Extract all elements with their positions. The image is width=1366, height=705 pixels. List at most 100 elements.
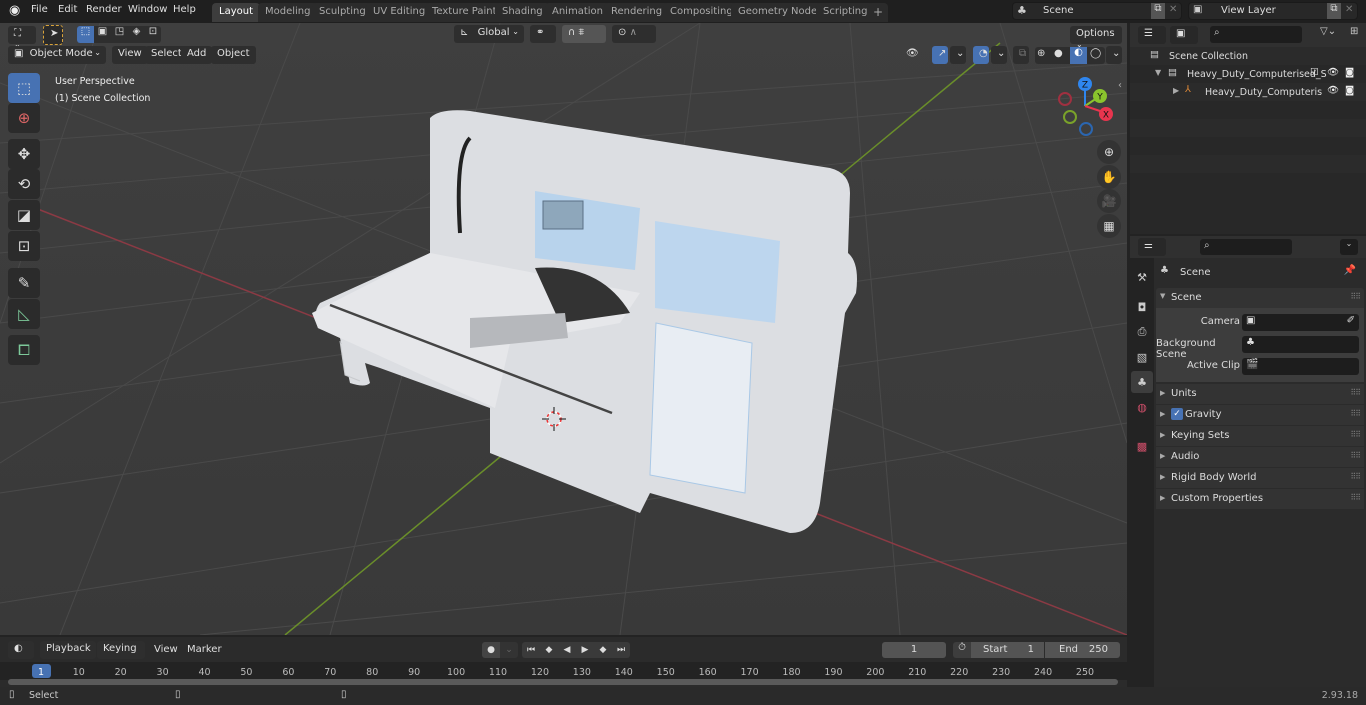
rendered-shading-icon[interactable]: ◯ xyxy=(1090,48,1101,59)
tool-rotate[interactable]: ⟲ xyxy=(8,169,40,199)
perspective-toggle-button[interactable]: ▦ xyxy=(1097,214,1121,238)
scene-selector[interactable]: ♣ Scene ⧉ ✕ xyxy=(1012,2,1182,20)
tab-modeling[interactable]: Modeling xyxy=(258,3,318,22)
end-frame-field[interactable]: End 250 xyxy=(1045,642,1120,658)
tweak-tool-button[interactable]: ➤ xyxy=(43,25,63,45)
camera-view-button[interactable]: 🎥 xyxy=(1097,189,1121,213)
display-mode-dropdown[interactable]: ▣ xyxy=(1170,26,1198,44)
keying-dropdown[interactable]: Keying xyxy=(97,641,145,659)
sidebar-toggle-icon[interactable]: ‹ xyxy=(1118,80,1122,91)
tab-rendering[interactable]: Rendering xyxy=(604,3,670,22)
drag-handle-icon[interactable]: ⠿⠿ xyxy=(1350,292,1361,301)
drag-handle-icon[interactable]: ⠿⠿ xyxy=(1350,388,1361,397)
menu-object[interactable]: Object xyxy=(211,46,256,64)
eye-icon[interactable]: 👁 xyxy=(1327,85,1339,96)
tool-select-box[interactable]: ⬚ xyxy=(8,73,40,103)
timeline-scrollbar[interactable] xyxy=(8,679,1118,685)
tool-transform[interactable]: ⊡ xyxy=(8,231,40,261)
new-view-layer-icon[interactable]: ⧉ xyxy=(1327,3,1341,19)
3d-viewport[interactable]: Z Y X ⛶ ⌄ ➤ ⬚ ▣ ◳ ◈ ⊡ ⊾ Global ⌄ ⚭ ∩ ⩨ ⊙… xyxy=(0,23,1127,635)
tab-view-layer[interactable]: ▧ xyxy=(1131,346,1153,368)
panel-units[interactable]: ▶ Units ⠿⠿ xyxy=(1156,384,1364,404)
delete-scene-icon[interactable]: ✕ xyxy=(1169,4,1177,15)
panel-scene-header[interactable]: ▼ Scene ⠿⠿ xyxy=(1156,288,1364,308)
tool-cursor[interactable]: ⊕ xyxy=(8,103,40,133)
drag-handle-icon[interactable]: ⠿⠿ xyxy=(1350,472,1361,481)
blender-logo-icon[interactable]: ◉ xyxy=(9,3,20,18)
tab-scene[interactable]: ♣ xyxy=(1131,371,1153,393)
pin-icon[interactable]: 📌 xyxy=(1344,265,1356,276)
expand-arrow-icon[interactable]: ▶ xyxy=(1173,86,1179,95)
visibility-dropdown[interactable]: 👁 xyxy=(900,46,930,64)
xray-toggle[interactable]: ⧉ xyxy=(1013,46,1029,64)
gizmo-dropdown[interactable]: ⌄ xyxy=(950,46,966,64)
options-dropdown[interactable]: Options ⌄ xyxy=(1070,26,1122,49)
outliner-row-scene-collection[interactable]: ▤ Scene Collection xyxy=(1130,47,1366,65)
panel-audio[interactable]: ▶ Audio ⠿⠿ xyxy=(1156,447,1364,467)
proportional-edit-toggle[interactable]: ⊙ ∧ xyxy=(612,25,656,43)
select-new-icon[interactable]: ⬚ xyxy=(77,26,94,43)
tab-geometry-nodes[interactable]: Geometry Nodes xyxy=(731,3,830,22)
tab-sculpting[interactable]: Sculpting xyxy=(312,3,373,22)
timeline-editor-type[interactable]: ◐ xyxy=(8,641,34,659)
tab-scripting[interactable]: Scripting xyxy=(816,3,875,22)
outliner-search-input[interactable]: ⌕ xyxy=(1210,26,1302,43)
tab-compositing[interactable]: Compositing xyxy=(663,3,740,22)
overlay-dropdown[interactable]: ⌄ xyxy=(991,46,1007,64)
mode-dropdown[interactable]: ▣ Object Mode ⌄ xyxy=(8,46,106,64)
auto-keying-dropdown[interactable]: ⌄ xyxy=(500,642,518,658)
active-clip-field[interactable]: 🎬 xyxy=(1242,358,1359,375)
outliner-editor-type[interactable]: ☰ xyxy=(1138,26,1166,44)
menu-window[interactable]: Window xyxy=(128,4,167,15)
drag-handle-icon[interactable]: ⠿⠿ xyxy=(1350,409,1361,418)
select-intersect-icon[interactable]: ⊡ xyxy=(145,26,161,43)
drag-handle-icon[interactable]: ⠿⠿ xyxy=(1350,451,1361,460)
tab-render[interactable]: ◘ xyxy=(1131,296,1153,318)
zoom-view-button[interactable]: ⊕ xyxy=(1097,140,1121,164)
tool-move[interactable]: ✥ xyxy=(8,139,40,169)
tool-measure[interactable]: ◺ xyxy=(8,299,40,329)
menu-render[interactable]: Render xyxy=(86,4,122,15)
panel-keying-sets[interactable]: ▶ Keying Sets ⠿⠿ xyxy=(1156,426,1364,446)
drag-handle-icon[interactable]: ⠿⠿ xyxy=(1350,430,1361,439)
view-layer-selector[interactable]: ▣ View Layer ⧉ ✕ xyxy=(1188,2,1358,20)
properties-editor-type[interactable]: ⚌ xyxy=(1138,238,1166,256)
drag-handle-icon[interactable]: ⠿⠿ xyxy=(1350,493,1361,502)
tab-animation[interactable]: Animation xyxy=(545,3,610,22)
eyedropper-icon[interactable]: ✐ xyxy=(1347,315,1355,326)
delete-view-layer-icon[interactable]: ✕ xyxy=(1345,4,1353,15)
menu-file[interactable]: File xyxy=(31,4,48,15)
exclude-checkbox[interactable]: ☑ xyxy=(1310,67,1319,78)
eye-icon[interactable]: 👁 xyxy=(1327,67,1339,78)
select-subtract-icon[interactable]: ◳ xyxy=(111,26,128,43)
timeline-menu-marker[interactable]: Marker xyxy=(187,644,222,655)
solid-shading-icon[interactable]: ● xyxy=(1054,48,1063,59)
pan-view-button[interactable]: ✋ xyxy=(1097,165,1121,189)
prev-keyframe-button[interactable]: ◆ xyxy=(540,642,558,658)
next-keyframe-button[interactable]: ◆ xyxy=(594,642,612,658)
tool-scale[interactable]: ◪ xyxy=(8,200,40,230)
play-reverse-button[interactable]: ◀ xyxy=(558,642,576,658)
tool-add-cube[interactable]: ⧠ xyxy=(8,335,40,365)
filter-icon[interactable]: ▽⌄ xyxy=(1320,26,1336,37)
menu-view[interactable]: View xyxy=(112,46,148,64)
tool-annotate[interactable]: ✎ xyxy=(8,268,40,298)
play-button[interactable]: ▶ xyxy=(576,642,594,658)
tab-shading[interactable]: Shading xyxy=(495,3,550,22)
panel-rigid-body-world[interactable]: ▶ Rigid Body World ⠿⠿ xyxy=(1156,468,1364,488)
camera-field[interactable]: ▣ ✐ xyxy=(1242,314,1359,331)
new-scene-icon[interactable]: ⧉ xyxy=(1151,3,1165,19)
snap-toggle[interactable]: ∩ ⩨ xyxy=(562,25,606,43)
select-invert-icon[interactable]: ◈ xyxy=(128,26,145,43)
panel-custom-properties[interactable]: ▶ Custom Properties ⠿⠿ xyxy=(1156,489,1364,509)
background-scene-field[interactable]: ♣ xyxy=(1242,336,1359,353)
tab-uv-editing[interactable]: UV Editing xyxy=(366,3,433,22)
scene-name[interactable]: Scene xyxy=(1043,5,1074,16)
tab-tool[interactable]: ⚒ xyxy=(1131,266,1153,288)
editor-type-button[interactable]: ⛶ ⌄ xyxy=(8,26,36,49)
pivot-point-dropdown[interactable]: ⚭ xyxy=(530,25,556,43)
gizmo-toggle[interactable]: ↗ xyxy=(932,46,948,64)
new-collection-icon[interactable]: ⊞ xyxy=(1350,26,1358,37)
start-frame-field[interactable]: Start 1 xyxy=(971,642,1044,658)
menu-add[interactable]: Add xyxy=(181,46,213,64)
